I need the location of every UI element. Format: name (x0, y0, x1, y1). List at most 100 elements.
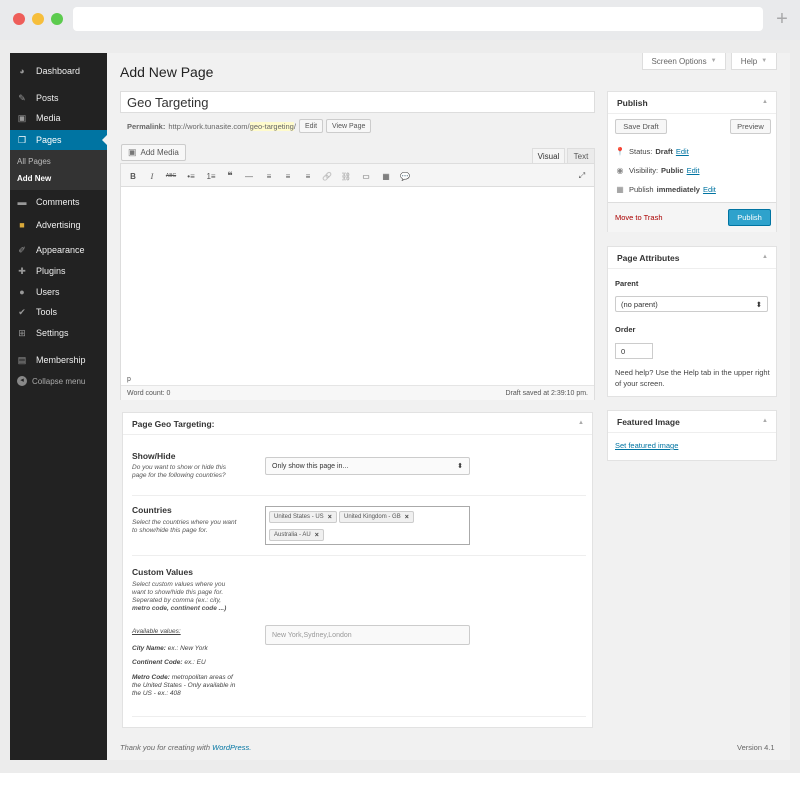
show-hide-desc-1: Do you want to show or hide this (132, 464, 226, 471)
save-draft-button[interactable]: Save Draft (615, 119, 667, 134)
menu-item-pages[interactable]: ❐ Pages (10, 130, 107, 150)
address-bar[interactable] (73, 7, 763, 31)
publish-box: Publish ▲ Save Draft Preview 📍 Status: D… (607, 91, 777, 232)
available-values-label: Available values: (132, 628, 181, 635)
menu-item-membership[interactable]: ▤ Membership (10, 350, 107, 370)
remove-icon[interactable]: × (328, 514, 332, 521)
pages-submenu: All Pages Add New (10, 150, 107, 190)
edit-schedule-link[interactable]: Edit (703, 185, 716, 194)
menu-item-dashboard[interactable]: ◕ Dashboard (10, 61, 107, 81)
help-button[interactable]: Help ▼ (731, 53, 777, 70)
strikethrough-icon[interactable]: ABC (164, 169, 178, 183)
bold-icon[interactable]: B (126, 169, 140, 183)
numbered-list-icon[interactable]: 1≡ (204, 169, 218, 183)
folder-icon: ■ (19, 220, 25, 230)
view-page-button[interactable]: View Page (326, 119, 372, 133)
permalink-base: http://work.tunasite.com/ (168, 121, 250, 131)
toggle-arrow-icon[interactable]: ▲ (578, 420, 584, 426)
continent-label: Continent Code: (132, 659, 183, 666)
align-center-icon[interactable]: ≡ (281, 169, 295, 183)
publish-box-header: Publish (608, 92, 776, 114)
custom-desc-1: Select custom values where you (132, 581, 226, 588)
minimize-window-button[interactable] (32, 13, 44, 25)
menu-item-media[interactable]: ▣ Media (10, 108, 107, 128)
toggle-arrow-icon[interactable]: ▲ (762, 99, 768, 105)
menu-label: Dashboard (36, 66, 81, 76)
tab-text[interactable]: Text (567, 148, 595, 163)
metro-label: Metro Code: (132, 674, 170, 681)
edit-permalink-button[interactable]: Edit (298, 119, 324, 133)
tab-visual[interactable]: Visual (532, 148, 565, 163)
toggle-arrow-icon[interactable]: ▲ (762, 254, 768, 260)
footer-thanks: Thank you for creating with WordPress. (120, 743, 251, 752)
pages-icon: ❐ (17, 134, 27, 145)
wrench-icon: ✔ (18, 306, 26, 317)
align-left-icon[interactable]: ≡ (262, 169, 276, 183)
countries-multiselect[interactable]: United States - US × United Kingdom - GB ×… (265, 506, 470, 545)
city-label: City Name: (132, 645, 166, 652)
menu-item-comments[interactable]: ▬ Comments (10, 192, 107, 212)
remove-icon[interactable]: × (315, 532, 319, 539)
publish-button[interactable]: Publish (728, 209, 771, 226)
close-window-button[interactable] (13, 13, 25, 25)
menu-item-advertising[interactable]: ■ Advertising (10, 215, 107, 235)
menu-label: Plugins (36, 266, 66, 276)
toggle-arrow-icon[interactable]: ▲ (762, 418, 768, 424)
menu-label: Pages (36, 135, 62, 145)
link-icon[interactable]: 🔗 (320, 169, 334, 183)
menu-item-plugins[interactable]: ✚ Plugins (10, 261, 107, 281)
order-input[interactable]: 0 (615, 343, 653, 359)
wordpress-link[interactable]: WordPress. (212, 743, 251, 752)
content-editor: B I ABC •≡ 1≡ ❝ — ≡ ≡ ≡ 🔗 ⛓ ▭ ▦ 💬 ⤢ p Wo… (120, 163, 595, 400)
blockquote-icon[interactable]: ❝ (223, 169, 237, 183)
show-hide-select[interactable]: Only show this page in... ⬍ (265, 457, 470, 475)
add-media-button[interactable]: ▣ Add Media (121, 144, 186, 161)
media-icon: ▣ (128, 147, 137, 157)
city-name-line: City Name: ex.: New York (132, 645, 208, 653)
edit-visibility-link[interactable]: Edit (687, 166, 700, 175)
screen-options-button[interactable]: Screen Options ▼ (642, 53, 726, 70)
custom-values-input[interactable]: New York,Sydney,London (265, 625, 470, 645)
align-right-icon[interactable]: ≡ (301, 169, 315, 183)
horizontal-line-icon[interactable]: — (242, 169, 256, 183)
collapse-menu-button[interactable]: ◂ Collapse menu (10, 373, 107, 389)
maximize-window-button[interactable] (51, 13, 63, 25)
italic-icon[interactable]: I (145, 169, 159, 183)
menu-item-settings[interactable]: ⊞ Settings (10, 323, 107, 343)
menu-item-users[interactable]: ● Users (10, 282, 107, 302)
page-attributes-box: Page Attributes ▲ Parent (no parent) ⬍ O… (607, 246, 777, 397)
menu-label: Advertising (36, 220, 81, 230)
permalink-slug[interactable]: geo-targeting (249, 121, 294, 131)
remove-icon[interactable]: × (405, 514, 409, 521)
metro-code-line-3: the US - ex.: 408 (132, 690, 181, 697)
parent-select[interactable]: (no parent) ⬍ (615, 296, 768, 312)
post-title-input[interactable] (120, 91, 595, 113)
menu-label: Appearance (36, 245, 85, 255)
preview-button[interactable]: Preview (730, 119, 771, 134)
visibility-value: Public (661, 166, 684, 175)
editor-body[interactable] (121, 188, 594, 374)
attributes-box-header: Page Attributes (608, 247, 776, 269)
new-tab-icon[interactable]: + (772, 7, 792, 31)
edit-status-link[interactable]: Edit (676, 147, 689, 156)
unlink-icon[interactable]: ⛓ (339, 169, 353, 183)
submenu-all-pages[interactable]: All Pages (17, 157, 51, 166)
toolbar-toggle-icon[interactable]: ▦ (379, 169, 393, 183)
read-more-icon[interactable]: ▭ (359, 169, 373, 183)
menu-item-appearance[interactable]: ✐ Appearance (10, 240, 107, 260)
menu-item-tools[interactable]: ✔ Tools (10, 302, 107, 322)
submenu-add-new[interactable]: Add New (17, 174, 51, 183)
move-to-trash-link[interactable]: Move to Trash (615, 213, 663, 222)
menu-label: Membership (36, 355, 86, 365)
bullet-list-icon[interactable]: •≡ (184, 169, 198, 183)
fullscreen-icon[interactable]: ⤢ (575, 169, 589, 183)
menu-label: Posts (36, 93, 59, 103)
menu-item-posts[interactable]: ✎ Posts (10, 88, 107, 108)
set-featured-image-link[interactable]: Set featured image (615, 441, 678, 450)
menu-label: Users (36, 287, 60, 297)
screen-options-label: Screen Options (651, 56, 707, 66)
plug-icon: ✚ (18, 265, 26, 276)
custom-desc-2: want to show/hide this page for. (132, 589, 224, 596)
note-icon[interactable]: 💬 (398, 169, 412, 183)
country-chip: United States - US × (269, 511, 337, 523)
